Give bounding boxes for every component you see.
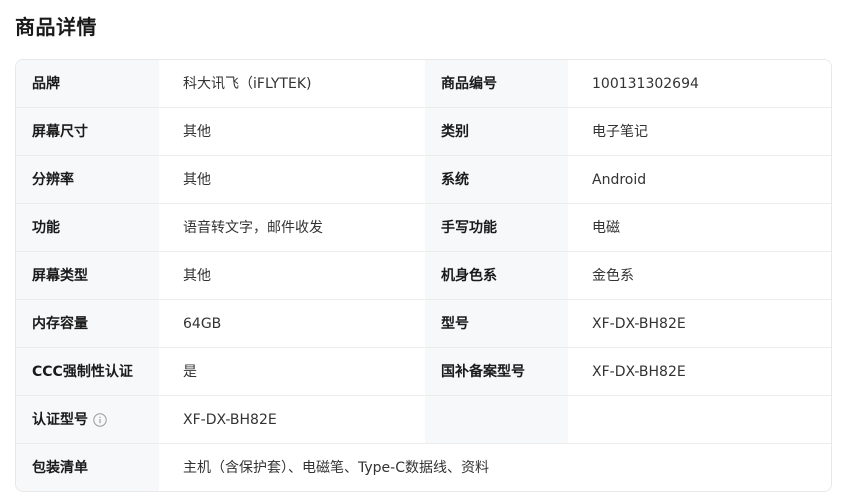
spec-label-system: 系统 (425, 156, 568, 204)
spec-label-storage: 内存容量 (16, 300, 159, 348)
spec-label-features: 功能 (16, 204, 159, 252)
spec-label-subsidy-model: 国补备案型号 (425, 348, 568, 396)
spec-value-package: 主机（含保护套）、电磁笔、Type-C数据线、资料 (159, 444, 831, 491)
spec-value-screen-type: 其他 (159, 252, 425, 300)
spec-label-cert-model-text: 认证型号 (32, 411, 88, 428)
spec-label-screen-type: 屏幕类型 (16, 252, 159, 300)
spec-value-features: 语音转文字，邮件收发 (159, 204, 425, 252)
spec-value-ccc: 是 (159, 348, 425, 396)
spec-label-product-id: 商品编号 (425, 60, 568, 108)
spec-label-cert-model: 认证型号 (16, 396, 159, 444)
spec-value-product-id: 100131302694 (568, 60, 831, 108)
spec-value-category: 电子笔记 (568, 108, 831, 156)
spec-label-empty (425, 396, 568, 444)
spec-value-handwriting: 电磁 (568, 204, 831, 252)
spec-value-model: XF-DX-BH82E (568, 300, 831, 348)
spec-value-resolution: 其他 (159, 156, 425, 204)
spec-label-body-color: 机身色系 (425, 252, 568, 300)
spec-value-system: Android (568, 156, 831, 204)
spec-value-empty (568, 396, 831, 444)
spec-label-category: 类别 (425, 108, 568, 156)
info-circle-icon[interactable] (93, 412, 107, 427)
spec-value-cert-model: XF-DX-BH82E (159, 396, 425, 444)
spec-value-brand: 科大讯飞（iFLYTEK) (159, 60, 425, 108)
spec-value-storage: 64GB (159, 300, 425, 348)
info-circle-icon-graphic (93, 412, 107, 427)
section-title: 商品详情 (15, 15, 97, 39)
spec-label-ccc: CCC强制性认证 (16, 348, 159, 396)
spec-value-body-color: 金色系 (568, 252, 831, 300)
spec-label-resolution: 分辨率 (16, 156, 159, 204)
spec-label-handwriting: 手写功能 (425, 204, 568, 252)
spec-value-screen-size: 其他 (159, 108, 425, 156)
spec-label-model: 型号 (425, 300, 568, 348)
spec-label-brand: 品牌 (16, 60, 159, 108)
spec-label-screen-size: 屏幕尺寸 (16, 108, 159, 156)
spec-value-subsidy-model: XF-DX-BH82E (568, 348, 831, 396)
spec-label-package: 包装清单 (16, 444, 159, 491)
spec-table: 品牌 科大讯飞（iFLYTEK) 商品编号 100131302694 屏幕尺寸 … (15, 59, 832, 492)
